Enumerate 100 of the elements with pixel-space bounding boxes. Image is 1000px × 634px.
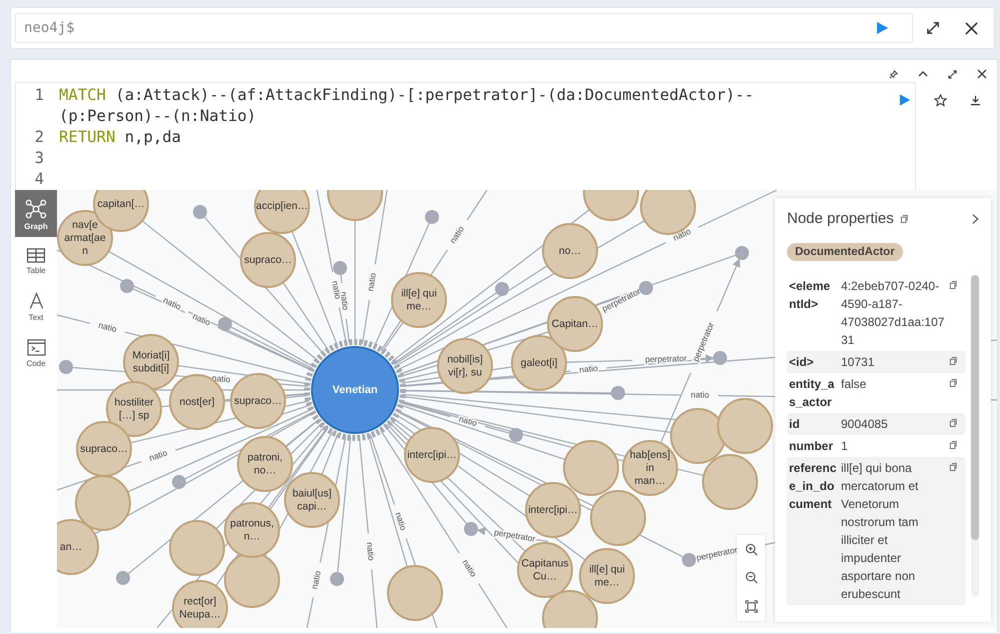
property-key: number (789, 437, 837, 455)
copy-icon[interactable] (949, 280, 958, 290)
code-line: RETURN n,p,da (59, 127, 182, 148)
relationship-label: natio (578, 363, 598, 375)
graph-node[interactable]: hab[ens] in man… (622, 440, 678, 496)
graph-node[interactable] (590, 490, 646, 546)
graph-node[interactable] (509, 428, 523, 442)
relationship-label: natio (309, 570, 323, 590)
graph-node[interactable] (330, 572, 344, 586)
line-number: 2 (34, 127, 44, 148)
graph-node[interactable] (172, 475, 186, 489)
graph-node[interactable] (670, 408, 726, 464)
graph-node[interactable]: accip[ien… (254, 190, 310, 234)
graph-node[interactable] (495, 282, 509, 296)
line-number: 4 (34, 169, 44, 190)
copy-icon[interactable] (949, 462, 958, 472)
graph-node[interactable] (713, 351, 727, 365)
graph-node[interactable] (120, 279, 134, 293)
download-icon[interactable] (970, 94, 981, 106)
graph-node[interactable] (542, 590, 598, 628)
view-tab[interactable]: Graph (15, 190, 57, 237)
scrollbar-thumb[interactable] (971, 275, 979, 540)
property-key: id (789, 415, 837, 433)
graph-node[interactable] (193, 205, 207, 219)
relationship-label: natio (690, 389, 710, 400)
graph-node[interactable]: supraco… (230, 373, 286, 429)
zoom-in-icon[interactable] (744, 542, 758, 556)
relationship-label: natio (148, 448, 168, 463)
star-icon[interactable] (934, 94, 947, 106)
graph-node[interactable]: supraco… (240, 232, 296, 288)
graph-node[interactable] (425, 210, 439, 224)
fit-icon[interactable] (744, 600, 758, 614)
graph-node[interactable]: supraco… (76, 421, 132, 477)
graph-node[interactable]: rect[or] Neupa… (172, 580, 228, 628)
graph-node[interactable]: an… (57, 519, 99, 575)
chevron-right-icon[interactable] (972, 212, 979, 224)
graph-node[interactable]: ill[e] qui me… (391, 272, 447, 328)
graph-node[interactable] (387, 565, 443, 621)
graph-node[interactable]: no… (542, 223, 598, 279)
graph-node[interactable]: galeot[i] (511, 335, 567, 391)
graph-node[interactable] (116, 571, 130, 585)
relationship-label: natio (191, 310, 212, 328)
graph-node[interactable] (218, 317, 232, 331)
relationship-label: natio (393, 510, 409, 532)
property-value: false (841, 376, 868, 393)
copy-icon[interactable] (949, 378, 958, 388)
code-line: MATCH (a:Attack)--(af:AttackFinding)-[:perpetrator]-(da:DocumentedActor)-- (59, 85, 754, 106)
copy-icon[interactable] (949, 356, 958, 366)
graph-node[interactable] (333, 261, 347, 275)
panel-title: Node properties (787, 210, 894, 227)
graph-node[interactable] (611, 386, 625, 400)
expand-icon[interactable] (948, 70, 957, 78)
copy-icon[interactable] (949, 440, 958, 450)
property-value: 1 (841, 438, 849, 455)
view-tab[interactable]: Table (15, 239, 57, 281)
relationship-label: natio (364, 542, 376, 562)
terminal-icon (26, 339, 46, 356)
graph-node[interactable]: ill[e] qui me… (579, 548, 635, 604)
relationship-label: natio (98, 320, 118, 334)
graph-node[interactable] (735, 246, 749, 260)
property-key: <id> (789, 353, 837, 371)
graph-node[interactable] (327, 190, 383, 221)
graph-node[interactable] (464, 522, 478, 536)
graph-node[interactable] (717, 398, 773, 454)
graph-node[interactable] (224, 552, 280, 608)
close-icon[interactable] (977, 69, 987, 79)
code-line: (p:Person)--(n:Natio) (59, 106, 258, 127)
graph-node[interactable] (59, 360, 73, 374)
copy-icon[interactable] (900, 214, 909, 224)
graph-node[interactable]: baiul[us] capi… (284, 472, 340, 528)
label-badge[interactable]: DocumentedActor (787, 243, 903, 261)
graph-node[interactable] (169, 520, 225, 576)
graph-node[interactable] (563, 440, 619, 496)
run-icon[interactable] (898, 93, 911, 107)
relationship-label: natio (365, 272, 378, 292)
graph-node[interactable]: interc[ipi… (404, 427, 460, 483)
graph-node[interactable] (682, 553, 696, 567)
view-tab[interactable]: Text (15, 283, 57, 328)
graph-node[interactable]: Capitanus Cu… (517, 542, 573, 598)
graph-node[interactable]: Capitan… (547, 296, 603, 352)
run-icon[interactable] (875, 21, 889, 35)
property-key: <elementId> (789, 277, 837, 349)
command-input[interactable]: neo4j$ (15, 13, 913, 43)
graph-node[interactable] (702, 454, 758, 510)
graph-node[interactable] (75, 475, 131, 531)
graph-node[interactable]: patroni, no… (237, 436, 293, 492)
copy-icon[interactable] (949, 418, 958, 428)
graph-node[interactable]: nobil[is] vi[r], su (437, 338, 493, 394)
pin-icon[interactable] (889, 70, 898, 78)
close-icon[interactable] (965, 22, 978, 34)
table-icon (26, 248, 46, 263)
property-value: 10731 (841, 354, 876, 371)
graph-node[interactable] (583, 190, 639, 221)
graph-icon (25, 199, 47, 219)
view-tab[interactable]: Code (15, 330, 57, 374)
expand-icon[interactable] (927, 22, 939, 34)
graph-node[interactable]: patronus, n… (224, 502, 280, 558)
collapse-icon[interactable] (918, 69, 928, 79)
graph-node[interactable] (639, 281, 653, 295)
zoom-out-icon[interactable] (744, 571, 758, 584)
